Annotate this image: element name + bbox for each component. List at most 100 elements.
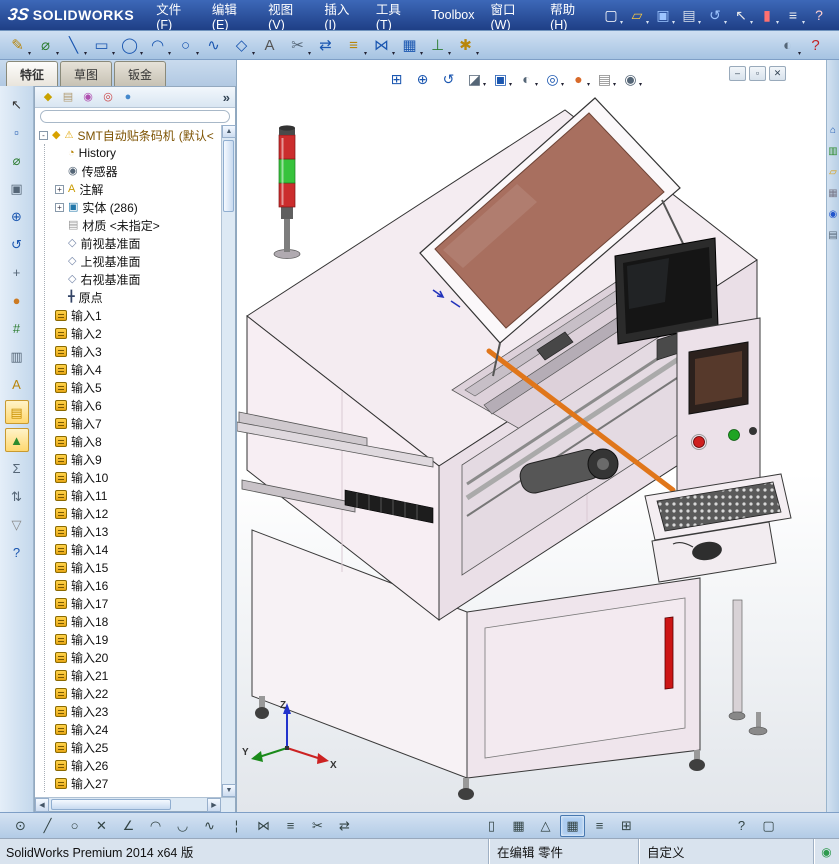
open-icon[interactable]: ▱ bbox=[625, 3, 649, 27]
view-orientation-icon[interactable]: ▣ bbox=[5, 176, 29, 200]
scroll-up-icon[interactable]: ▲ bbox=[222, 125, 236, 138]
circle-icon[interactable]: ○ bbox=[62, 815, 87, 837]
custom-status-text[interactable]: 自定义 bbox=[638, 839, 813, 864]
scroll-left-icon[interactable]: ◀ bbox=[35, 798, 49, 812]
custom-properties-icon[interactable]: ▤ bbox=[827, 229, 839, 243]
tree-item-input[interactable]: 输入10 bbox=[45, 468, 221, 486]
tree-horizontal-scrollbar[interactable]: ◀ ▶ bbox=[35, 797, 235, 812]
sketch-entity-icon[interactable]: ▫ bbox=[5, 120, 29, 144]
convert-entities-icon[interactable]: ⇄ bbox=[312, 33, 339, 58]
point-icon[interactable]: ⊙ bbox=[8, 815, 33, 837]
status-indicator-icon[interactable]: ◉ bbox=[821, 845, 831, 859]
menu-item[interactable]: 编辑(E) bbox=[204, 0, 260, 32]
annotation-icon[interactable]: A bbox=[5, 372, 29, 396]
help-icon[interactable]: ? bbox=[729, 815, 754, 837]
design-library-icon[interactable]: ▥ bbox=[827, 145, 839, 159]
appearances-icon[interactable]: ◉ bbox=[827, 208, 839, 222]
arc-icon[interactable]: ◠ bbox=[144, 33, 171, 58]
grid-settings-icon[interactable]: ⊞ bbox=[614, 815, 639, 837]
tree-item-input[interactable]: 输入25 bbox=[45, 738, 221, 756]
mirror-entities-icon[interactable]: ⋈ bbox=[368, 33, 395, 58]
configurations-icon[interactable]: ⇅ bbox=[5, 484, 29, 508]
menu-item[interactable]: 帮助(H) bbox=[542, 0, 599, 32]
spline-icon[interactable]: ∿ bbox=[197, 815, 222, 837]
tree-item-origin[interactable]: + ╋ 原点 bbox=[45, 288, 221, 306]
solidworks-resources-icon[interactable]: ⌂ bbox=[827, 124, 839, 138]
undo-icon[interactable]: ↺ bbox=[703, 3, 727, 27]
rotate-view-icon[interactable]: ↺ bbox=[5, 232, 29, 256]
convert-icon[interactable]: ⇄ bbox=[332, 815, 357, 837]
sketch-icon[interactable]: ✎ bbox=[4, 33, 31, 58]
select-arrow-icon[interactable]: ↖ bbox=[5, 92, 29, 116]
tree-root-item[interactable]: - ◆ ⚠ SMT自动贴条码机 (默认< bbox=[35, 126, 221, 144]
tree-item-history[interactable]: + ◔ History bbox=[45, 144, 221, 162]
tree-item-right-plane[interactable]: + ◇ 右视基准面 bbox=[45, 270, 221, 288]
apply-scene-icon[interactable]: ▤ bbox=[593, 68, 616, 89]
grid-icon[interactable]: ▦ bbox=[506, 815, 531, 837]
tree-item-input[interactable]: 输入8 bbox=[45, 432, 221, 450]
tree-item-input[interactable]: 输入19 bbox=[45, 630, 221, 648]
quick-snaps-icon[interactable]: ✱ bbox=[452, 33, 479, 58]
select-icon[interactable]: ↖ bbox=[729, 3, 753, 27]
tree-item-input[interactable]: 输入3 bbox=[45, 342, 221, 360]
spline-icon[interactable]: ∿ bbox=[200, 33, 227, 58]
machine-model[interactable] bbox=[237, 97, 792, 800]
polygon-icon[interactable]: ◇ bbox=[228, 33, 255, 58]
appearance-icon[interactable]: ● bbox=[5, 288, 29, 312]
tab-sketch[interactable]: 草图 bbox=[60, 61, 113, 86]
rectangle-icon[interactable]: ▭ bbox=[88, 33, 115, 58]
offset-entities-icon[interactable]: ≡ bbox=[340, 33, 367, 58]
tree-item-input[interactable]: 输入23 bbox=[45, 702, 221, 720]
tree-item-input[interactable]: 输入2 bbox=[45, 324, 221, 342]
new-document-icon[interactable]: ▢ bbox=[599, 3, 623, 27]
trim-icon[interactable]: ✂ bbox=[305, 815, 330, 837]
view-settings-icon[interactable]: ◉ bbox=[619, 68, 642, 89]
expand-toggle-icon[interactable]: + bbox=[55, 202, 64, 212]
file-explorer-icon[interactable]: ▱ bbox=[827, 166, 839, 180]
tree-item-front-plane[interactable]: + ◇ 前视基准面 bbox=[45, 234, 221, 252]
arc-icon[interactable]: ◠ bbox=[143, 815, 168, 837]
tree-item-input[interactable]: 输入15 bbox=[45, 558, 221, 576]
tangent-arc-icon[interactable]: ◡ bbox=[170, 815, 195, 837]
display-style-icon[interactable]: ◐ bbox=[515, 68, 538, 89]
zoom-icon[interactable]: ⊕ bbox=[5, 204, 29, 228]
help-badge-icon[interactable]: ? bbox=[807, 3, 831, 27]
smart-dimension-icon[interactable]: ⌀ bbox=[32, 33, 59, 58]
equations-icon[interactable]: Σ bbox=[5, 456, 29, 480]
previous-view-icon[interactable]: ↺ bbox=[437, 68, 460, 89]
menu-item[interactable]: 文件(F) bbox=[148, 0, 204, 32]
tree-item-top-plane[interactable]: + ◇ 上视基准面 bbox=[45, 252, 221, 270]
display-relations-icon[interactable]: ⊥ bbox=[424, 33, 451, 58]
configurationmanager-tab-icon[interactable]: ◉ bbox=[80, 89, 96, 105]
tab-sheet-metal[interactable]: 钣金 bbox=[114, 61, 167, 86]
tree-item-input[interactable]: 输入12 bbox=[45, 504, 221, 522]
relations-icon[interactable]: ≡ bbox=[587, 815, 612, 837]
close-window-icon[interactable]: ✕ bbox=[769, 66, 786, 81]
centerline-icon[interactable]: ¦ bbox=[224, 815, 249, 837]
linear-pattern-icon[interactable]: ▦ bbox=[396, 33, 423, 58]
collapse-toggle-icon[interactable]: - bbox=[39, 130, 48, 140]
tree-item-input[interactable]: 输入4 bbox=[45, 360, 221, 378]
view-orientation-icon[interactable]: ▣ bbox=[489, 68, 512, 89]
trim-entities-icon[interactable]: ✂ bbox=[284, 33, 311, 58]
simulation-icon[interactable]: ▽ bbox=[5, 512, 29, 536]
tree-item-input[interactable]: 输入13 bbox=[45, 522, 221, 540]
triad-toggle-icon[interactable]: △ bbox=[533, 815, 558, 837]
line-icon[interactable]: ╱ bbox=[35, 815, 60, 837]
tree-filter-bar[interactable] bbox=[40, 110, 230, 123]
pan-icon[interactable]: + bbox=[5, 260, 29, 284]
tree-item-annotations[interactable]: + A 注解 bbox=[45, 180, 221, 198]
zoom-area-icon[interactable]: ⊕ bbox=[411, 68, 434, 89]
tree-item-material[interactable]: + ▤ 材质 <未指定> bbox=[45, 216, 221, 234]
dimension-icon[interactable]: ⌀ bbox=[5, 148, 29, 172]
material-icon[interactable]: ▤ bbox=[4, 400, 29, 424]
tree-item-input[interactable]: 输入1 bbox=[45, 306, 221, 324]
menu-item[interactable]: 工具(T) bbox=[368, 0, 424, 32]
tree-item-input[interactable]: 输入27 bbox=[45, 774, 221, 792]
menu-item[interactable]: Toolbox bbox=[423, 0, 482, 30]
view-settings-icon[interactable]: ◐ bbox=[774, 33, 801, 58]
tree-item-input[interactable]: 输入20 bbox=[45, 648, 221, 666]
mass-properties-icon[interactable]: ▲ bbox=[4, 428, 29, 452]
scroll-down-icon[interactable]: ▼ bbox=[222, 784, 236, 797]
tree-item-input[interactable]: 输入18 bbox=[45, 612, 221, 630]
